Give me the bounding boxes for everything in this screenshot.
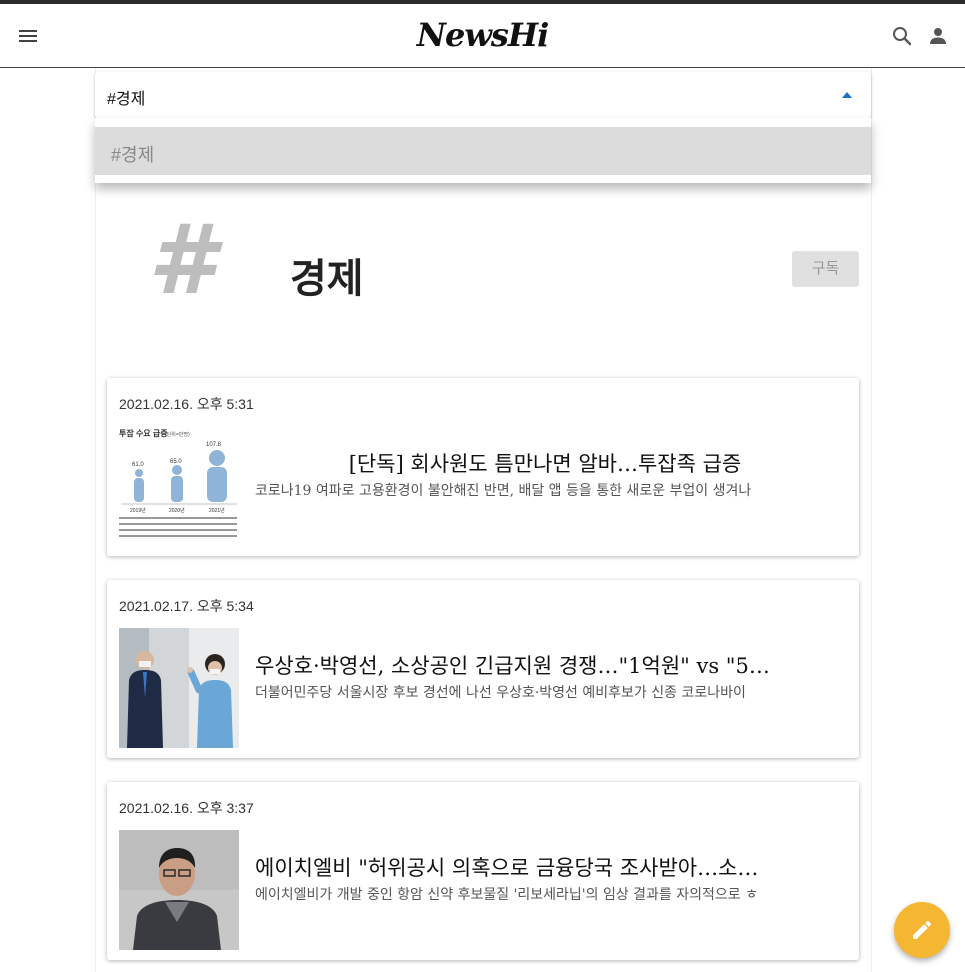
account-button[interactable]	[926, 24, 950, 48]
tag-select-value: #경제	[107, 91, 146, 108]
subscribe-button[interactable]: 구독	[792, 251, 859, 287]
infographic-value: 61.0	[132, 462, 144, 468]
article-summary: 코로나19 여파로 고용환경이 불안해진 반면, 배달 앱 등을 통한 새로운 …	[255, 483, 752, 499]
article-thumbnail: 투잡 수요 급증 (단위=만명) 61.0 65.0 107.8 2019년 2…	[119, 426, 239, 546]
app-bar: NewsHi	[0, 4, 965, 68]
article-card[interactable]: 2021.02.16. 오후 3:37 에이치엘비 "허위공시 의혹으로 금융당…	[107, 782, 859, 960]
write-fab-button[interactable]	[894, 902, 950, 958]
caret-up-icon	[842, 92, 852, 98]
infographic-year: 2020년	[169, 507, 185, 514]
article-date: 2021.02.16. 오후 3:37	[119, 800, 254, 816]
tag-option[interactable]: #경제	[95, 127, 871, 175]
article-title[interactable]: 에이치엘비 "허위공시 의혹으로 금융당국 조사받아…소…	[255, 852, 835, 882]
app-logo[interactable]: NewsHi	[0, 16, 965, 54]
infographic-value: 65.0	[170, 459, 182, 465]
infographic-image: 투잡 수요 급증 (단위=만명) 61.0 65.0 107.8 2019년 2…	[119, 428, 237, 537]
article-thumbnail	[119, 830, 239, 950]
infographic-year: 2019년	[130, 507, 146, 514]
infographic-title: 투잡 수요 급증	[119, 428, 168, 438]
infographic-value: 107.8	[206, 442, 222, 448]
article-date: 2021.02.17. 오후 5:34	[119, 598, 254, 614]
hash-icon: #	[148, 204, 215, 316]
article-title[interactable]: 우상호·박영선, 소상공인 긴급지원 경쟁…"1억원" vs "5…	[255, 650, 835, 680]
tag-select[interactable]: #경제	[95, 72, 871, 118]
tag-option-label: #경제	[111, 145, 155, 165]
search-button[interactable]	[890, 24, 914, 48]
tag-dropdown-menu: #경제	[95, 118, 871, 183]
infographic-unit: (단위=만명)	[165, 431, 190, 438]
news-photo	[119, 830, 239, 950]
pencil-icon	[913, 920, 932, 939]
article-card[interactable]: 2021.02.16. 오후 5:31 투잡 수요 급증 (단위=만명) 61.…	[107, 378, 859, 556]
article-summary: 에이치엘비가 개발 중인 항암 신약 후보물질 '리보세라닙'의 임상 결과를 …	[255, 887, 758, 903]
article-thumbnail	[119, 628, 239, 748]
search-icon	[893, 27, 912, 46]
article-card[interactable]: 2021.02.17. 오후 5:34 우상호·박영선, 소상공인 긴급지원 경…	[107, 580, 859, 758]
article-summary: 더불어민주당 서울시장 후보 경선에 나선 우상호·박영선 예비후보가 신종 코…	[255, 685, 746, 701]
infographic-year: 2021년	[209, 507, 225, 514]
article-title[interactable]: [단독] 회사원도 틈만나면 알바…투잡족 급증	[255, 448, 835, 478]
news-photo	[119, 628, 239, 748]
account-icon	[930, 28, 946, 44]
article-date: 2021.02.16. 오후 5:31	[119, 396, 254, 412]
tag-title: 경제	[290, 255, 364, 302]
